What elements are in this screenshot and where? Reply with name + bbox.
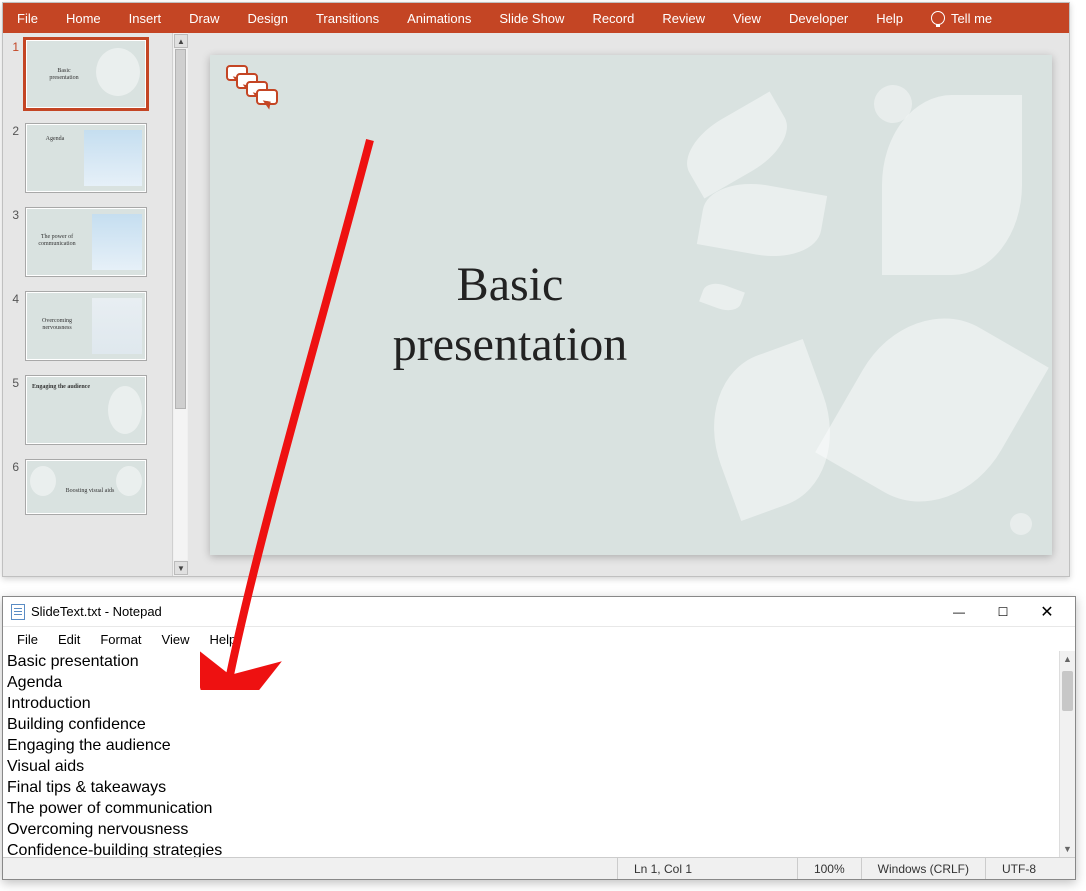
scroll-handle[interactable] bbox=[1062, 671, 1073, 711]
scroll-up-icon[interactable]: ▲ bbox=[1062, 651, 1073, 667]
notepad-app-icon bbox=[11, 604, 25, 620]
slide-thumbnail-6[interactable]: Boosting visual aids bbox=[25, 459, 147, 515]
status-zoom: 100% bbox=[797, 858, 861, 879]
slide-thumbnail-2[interactable]: Agenda bbox=[25, 123, 147, 193]
notepad-scrollbar[interactable]: ▲ ▼ bbox=[1059, 651, 1075, 857]
powerpoint-window: File Home Insert Draw Design Transitions… bbox=[2, 2, 1070, 577]
ribbon-tab-draw[interactable]: Draw bbox=[175, 3, 233, 33]
window-controls: — ☐ ✕ bbox=[937, 598, 1069, 626]
scroll-up-icon[interactable]: ▲ bbox=[174, 34, 188, 48]
notepad-statusbar: Ln 1, Col 1 100% Windows (CRLF) UTF-8 bbox=[3, 857, 1075, 879]
scroll-track[interactable] bbox=[174, 49, 187, 560]
scroll-down-icon[interactable]: ▼ bbox=[174, 561, 188, 575]
close-button[interactable]: ✕ bbox=[1025, 598, 1069, 626]
thumb-title: Overcoming nervousness bbox=[32, 318, 82, 331]
status-eol: Windows (CRLF) bbox=[861, 858, 985, 879]
slide-thumbnail-1[interactable]: Basic presentation bbox=[25, 39, 147, 109]
thumb-number: 3 bbox=[7, 207, 19, 222]
notepad-text-area[interactable]: Basic presentation Agenda Introduction B… bbox=[3, 651, 1059, 857]
status-cursor-pos: Ln 1, Col 1 bbox=[617, 858, 797, 879]
thumb-title: Boosting visual aids bbox=[60, 488, 120, 495]
ribbon-tab-home[interactable]: Home bbox=[52, 3, 115, 33]
ribbon-tab-slideshow[interactable]: Slide Show bbox=[485, 3, 578, 33]
slide-title-line2: presentation bbox=[393, 318, 628, 371]
slide-title-text[interactable]: Basic presentation bbox=[330, 255, 690, 375]
ribbon-tab-developer[interactable]: Developer bbox=[775, 3, 862, 33]
slide-thumbnail-4[interactable]: Overcoming nervousness bbox=[25, 291, 147, 361]
status-encoding: UTF-8 bbox=[985, 858, 1075, 879]
thumb-title: Engaging the audience bbox=[32, 384, 102, 391]
tell-me-label: Tell me bbox=[951, 11, 992, 26]
slide-thumbnail-3[interactable]: The power of communication bbox=[25, 207, 147, 277]
ribbon-tab-review[interactable]: Review bbox=[648, 3, 719, 33]
scroll-down-icon[interactable]: ▼ bbox=[1062, 841, 1073, 857]
powerpoint-body: 1 Basic presentation 2 Agenda 3 The powe… bbox=[3, 33, 1069, 576]
notepad-window: SlideText.txt - Notepad — ☐ ✕ File Edit … bbox=[2, 596, 1076, 880]
notepad-titlebar[interactable]: SlideText.txt - Notepad — ☐ ✕ bbox=[3, 597, 1075, 627]
ribbon-tab-view[interactable]: View bbox=[719, 3, 775, 33]
maximize-button[interactable]: ☐ bbox=[981, 598, 1025, 626]
thumbnails-scrollbar[interactable]: ▲ ▼ bbox=[172, 33, 188, 576]
ribbon-tab-help[interactable]: Help bbox=[862, 3, 917, 33]
ribbon-tab-design[interactable]: Design bbox=[234, 3, 302, 33]
scroll-handle[interactable] bbox=[175, 49, 186, 409]
slide-canvas-area: Basic presentation bbox=[188, 33, 1069, 576]
slide-thumbnails-panel: 1 Basic presentation 2 Agenda 3 The powe… bbox=[3, 33, 188, 576]
menu-edit[interactable]: Edit bbox=[48, 630, 90, 649]
ribbon-tab-animations[interactable]: Animations bbox=[393, 3, 485, 33]
thumb-number: 1 bbox=[7, 39, 19, 54]
slide-title-line1: Basic bbox=[457, 258, 564, 311]
minimize-button[interactable]: — bbox=[937, 598, 981, 626]
menu-help[interactable]: Help bbox=[199, 630, 246, 649]
menu-view[interactable]: View bbox=[152, 630, 200, 649]
notepad-title-text: SlideText.txt - Notepad bbox=[31, 604, 162, 619]
ribbon-tab-file[interactable]: File bbox=[3, 3, 52, 33]
thumb-number: 6 bbox=[7, 459, 19, 474]
thumb-number: 4 bbox=[7, 291, 19, 306]
thumb-title: Basic presentation bbox=[42, 68, 86, 81]
ribbon-tab-insert[interactable]: Insert bbox=[115, 3, 176, 33]
ribbon-tab-record[interactable]: Record bbox=[578, 3, 648, 33]
thumb-title: Agenda bbox=[34, 136, 76, 143]
lightbulb-icon bbox=[931, 11, 945, 25]
thumb-title: The power of communication bbox=[32, 234, 82, 247]
tell-me-search[interactable]: Tell me bbox=[917, 3, 1006, 33]
current-slide[interactable]: Basic presentation bbox=[210, 55, 1052, 555]
thumb-number: 2 bbox=[7, 123, 19, 138]
menu-file[interactable]: File bbox=[7, 630, 48, 649]
menu-format[interactable]: Format bbox=[90, 630, 151, 649]
ribbon-tabs: File Home Insert Draw Design Transitions… bbox=[3, 3, 1069, 33]
ribbon-tab-transitions[interactable]: Transitions bbox=[302, 3, 393, 33]
notepad-menu: File Edit Format View Help bbox=[3, 627, 1075, 651]
thumb-number: 5 bbox=[7, 375, 19, 390]
slide-thumbnail-5[interactable]: Engaging the audience bbox=[25, 375, 147, 445]
